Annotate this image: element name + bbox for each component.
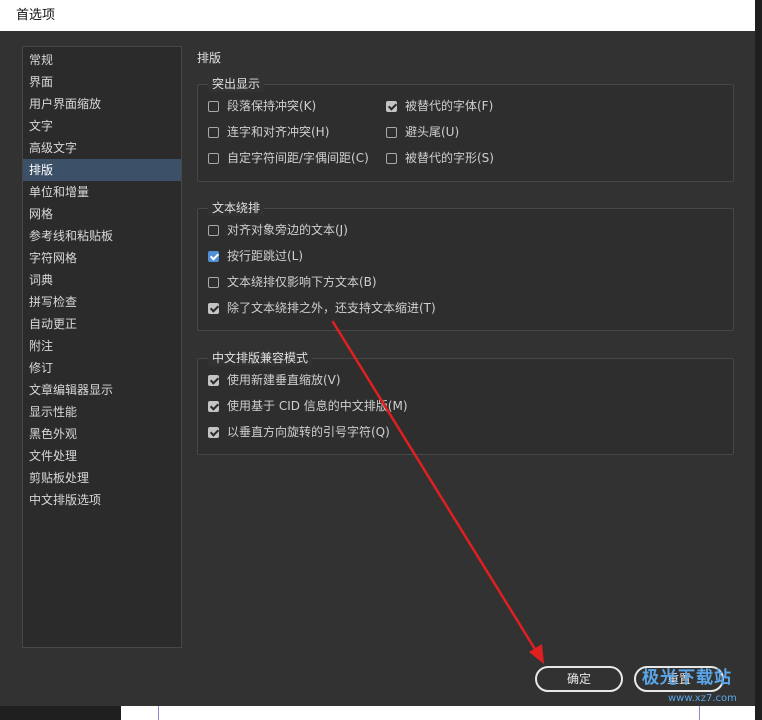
watermark-logo: 极光下载站 bbox=[642, 668, 732, 688]
annotation-arrow-icon bbox=[331, 320, 544, 664]
annotation-arrow-line bbox=[331, 320, 540, 656]
watermark-url: www.xz7.com bbox=[668, 693, 737, 704]
annotation-arrow-head bbox=[529, 644, 544, 664]
